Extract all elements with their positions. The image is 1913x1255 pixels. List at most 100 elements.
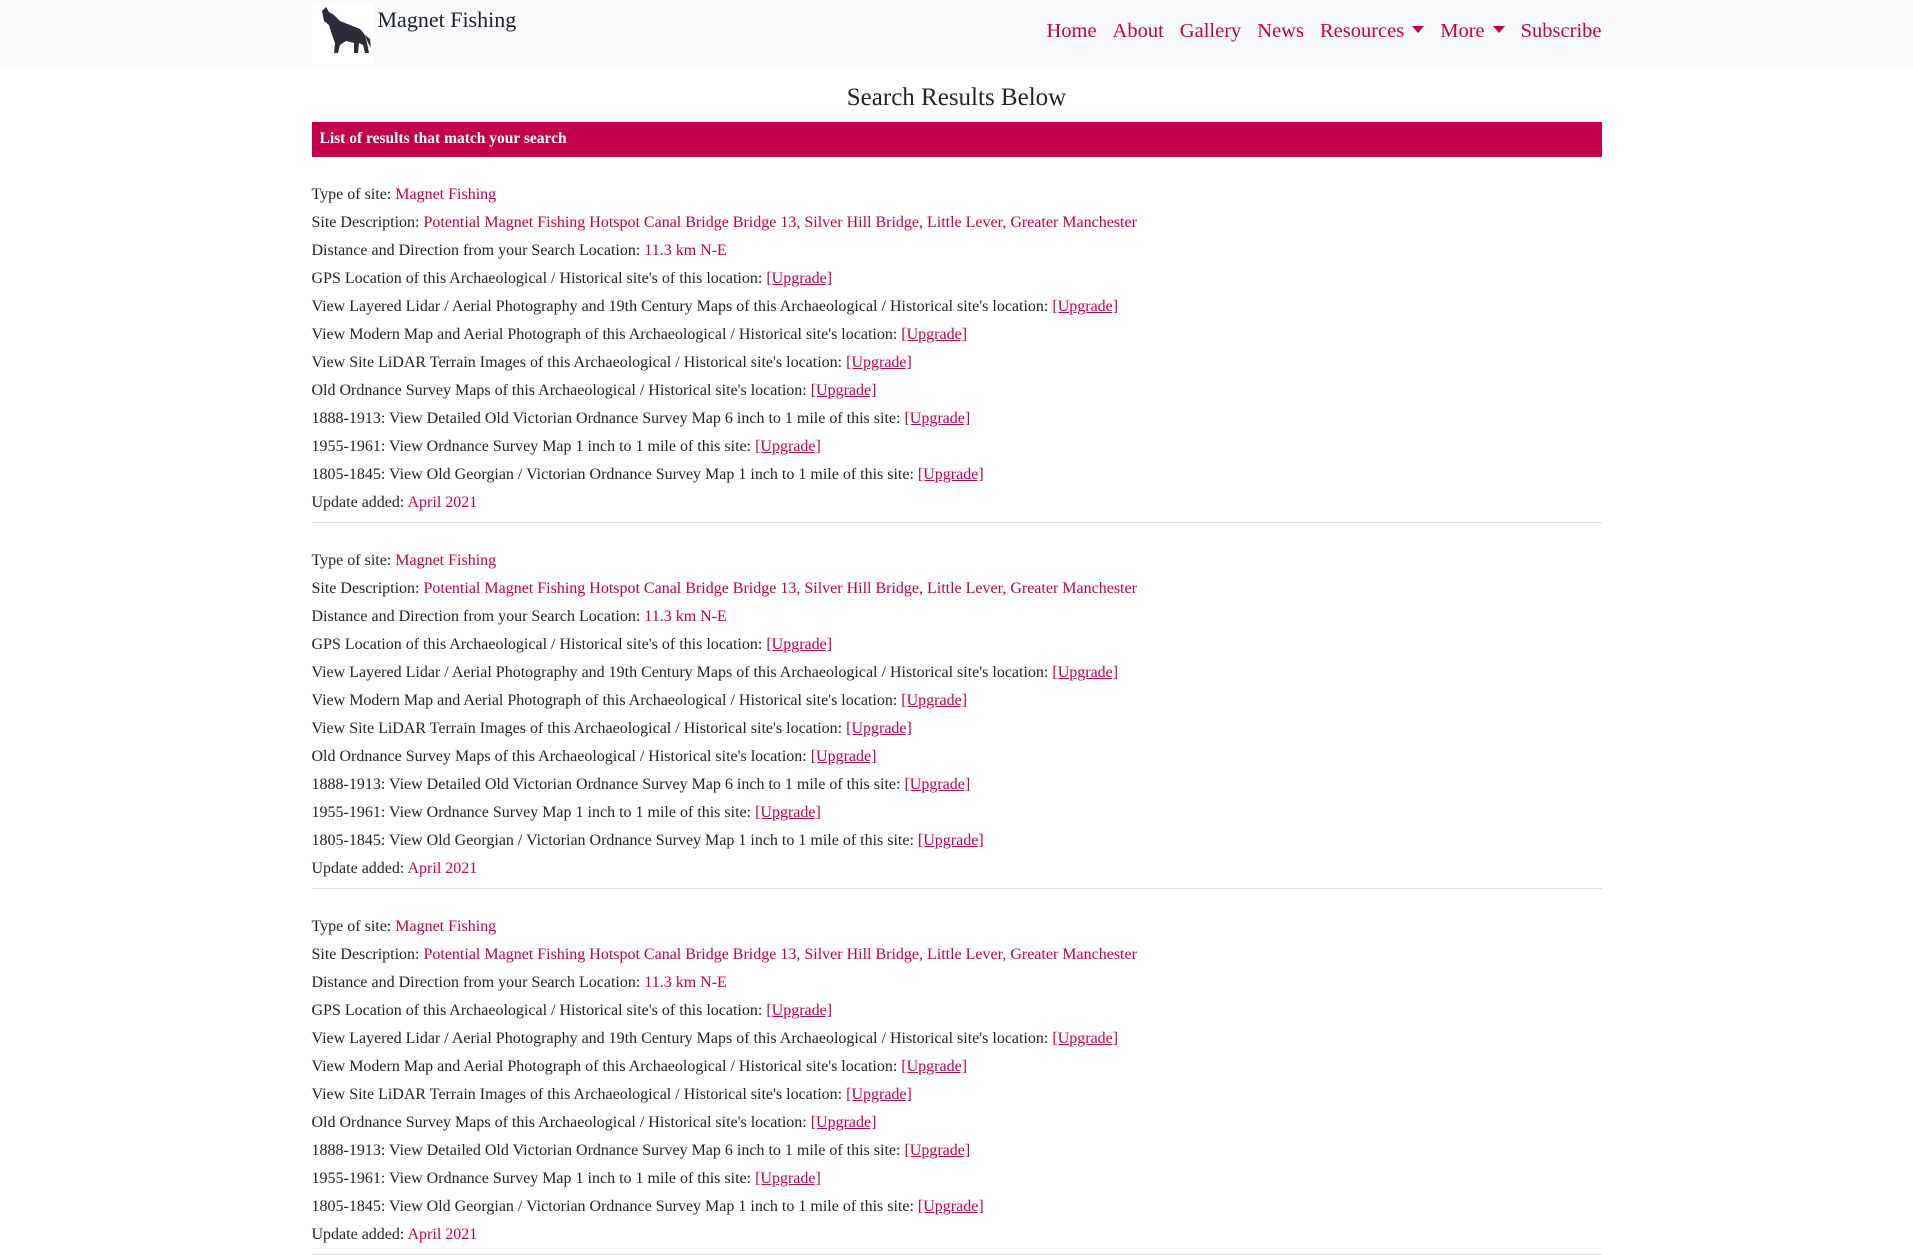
nav-label: More (1440, 20, 1485, 42)
type-row: Type of site: Magnet Fishing (312, 185, 1602, 213)
row-label: 1805-1845: View Old Georgian / Victorian… (311, 832, 914, 849)
upgrade-link[interactable]: [Upgrade] (1052, 298, 1118, 315)
dog-logo-icon[interactable] (311, 3, 373, 64)
upgrade-row: GPS Location of this Archaeological / Hi… (312, 269, 1602, 297)
upgrade-row: View Modern Map and Aerial Photograph of… (312, 691, 1602, 719)
row-value: April 2021 (407, 494, 478, 511)
row-value: Potential Magnet Fishing Hotspot Canal B… (423, 580, 1137, 597)
upgrade-row: View Site LiDAR Terrain Images of this A… (312, 1085, 1602, 1113)
nav-label: Gallery (1179, 20, 1242, 42)
upgrade-row: 1805-1845: View Old Georgian / Victorian… (312, 831, 1602, 859)
nav-label: Subscribe (1520, 20, 1602, 42)
row-label: Distance and Direction from your Search … (311, 608, 641, 625)
upgrade-row: 1955-1961: View Ordnance Survey Map 1 in… (312, 437, 1602, 465)
row-label: 1888-1913: View Detailed Old Victorian O… (311, 1142, 901, 1159)
upgrade-row: 1805-1845: View Old Georgian / Victorian… (312, 1197, 1602, 1225)
nav-about[interactable]: About (1113, 20, 1164, 43)
upgrade-link[interactable]: [Upgrade] (811, 382, 877, 399)
nav-label: Resources (1319, 20, 1405, 42)
upgrade-link[interactable]: [Upgrade] (766, 1002, 832, 1019)
upgrade-row: 1888-1913: View Detailed Old Victorian O… (312, 1141, 1602, 1169)
upgrade-row: GPS Location of this Archaeological / Hi… (312, 1001, 1602, 1029)
upgrade-link[interactable]: [Upgrade] (766, 270, 832, 287)
row-value: 11.3 km N-E (644, 974, 727, 991)
upgrade-link[interactable]: [Upgrade] (755, 438, 821, 455)
upgrade-row: 1888-1913: View Detailed Old Victorian O… (312, 775, 1602, 803)
nav-more[interactable]: More (1440, 20, 1505, 43)
upgrade-link[interactable]: [Upgrade] (846, 1086, 912, 1103)
update-row: Update added: April 2021 (312, 859, 1602, 887)
row-label: View Site LiDAR Terrain Images of this A… (311, 1086, 843, 1103)
upgrade-link[interactable]: [Upgrade] (1052, 664, 1118, 681)
result-item: Type of site: Magnet Fishing Site Descrip… (311, 523, 1602, 889)
row-label: GPS Location of this Archaeological / Hi… (311, 1002, 763, 1019)
row-label: 1888-1913: View Detailed Old Victorian O… (311, 776, 901, 793)
upgrade-row: Old Ordnance Survey Maps of this Archaeo… (312, 1113, 1602, 1141)
type-row: Type of site: Magnet Fishing (312, 917, 1602, 945)
upgrade-link[interactable]: [Upgrade] (901, 692, 967, 709)
row-label: Type of site: (311, 186, 392, 203)
row-label: View Modern Map and Aerial Photograph of… (311, 326, 898, 343)
update-row: Update added: April 2021 (312, 493, 1602, 521)
nav-label: Home (1046, 20, 1097, 42)
nav-resources[interactable]: Resources (1319, 20, 1425, 43)
upgrade-row: View Modern Map and Aerial Photograph of… (312, 325, 1602, 353)
row-value: Potential Magnet Fishing Hotspot Canal B… (423, 946, 1137, 963)
distance-row: Distance and Direction from your Search … (312, 607, 1602, 635)
upgrade-link[interactable]: [Upgrade] (1052, 1030, 1118, 1047)
upgrade-row: View Layered Lidar / Aerial Photography … (312, 663, 1602, 691)
upgrade-link[interactable]: [Upgrade] (918, 466, 984, 483)
row-label: View Site LiDAR Terrain Images of this A… (311, 354, 843, 371)
results-list: Type of site: Magnet Fishing Site Descrip… (311, 157, 1602, 1255)
upgrade-link[interactable]: [Upgrade] (904, 776, 970, 793)
row-label: GPS Location of this Archaeological / Hi… (311, 270, 763, 287)
brand-title[interactable]: Magnet Fishing (378, 7, 517, 33)
upgrade-link[interactable]: [Upgrade] (918, 832, 984, 849)
upgrade-link[interactable]: [Upgrade] (904, 1142, 970, 1159)
upgrade-link[interactable]: [Upgrade] (811, 748, 877, 765)
row-label: Update added: (311, 1226, 405, 1243)
upgrade-link[interactable]: [Upgrade] (846, 354, 912, 371)
row-label: View Layered Lidar / Aerial Photography … (311, 664, 1049, 681)
upgrade-link[interactable]: [Upgrade] (811, 1114, 877, 1131)
upgrade-link[interactable]: [Upgrade] (918, 1198, 984, 1215)
upgrade-row: View Layered Lidar / Aerial Photography … (312, 1029, 1602, 1057)
upgrade-link[interactable]: [Upgrade] (755, 804, 821, 821)
upgrade-row: View Layered Lidar / Aerial Photography … (312, 297, 1602, 325)
row-value: Potential Magnet Fishing Hotspot Canal B… (423, 214, 1137, 231)
row-label: 1805-1845: View Old Georgian / Victorian… (311, 1198, 914, 1215)
row-label: Type of site: (311, 552, 392, 569)
description-row: Site Description: Potential Magnet Fishi… (312, 213, 1602, 241)
type-row: Type of site: Magnet Fishing (312, 551, 1602, 579)
distance-row: Distance and Direction from your Search … (312, 241, 1602, 269)
upgrade-link[interactable]: [Upgrade] (901, 326, 967, 343)
upgrade-link[interactable]: [Upgrade] (755, 1170, 821, 1187)
nav-label: About (1112, 20, 1164, 42)
description-row: Site Description: Potential Magnet Fishi… (312, 945, 1602, 973)
row-label: Update added: (311, 494, 405, 511)
nav-home[interactable]: Home (1046, 20, 1096, 43)
upgrade-row: View Site LiDAR Terrain Images of this A… (312, 719, 1602, 747)
upgrade-link[interactable]: [Upgrade] (846, 720, 912, 737)
nav-subscribe[interactable]: Subscribe (1521, 20, 1602, 43)
brand[interactable]: Magnet Fishing (311, 3, 517, 64)
row-label: Distance and Direction from your Search … (311, 242, 641, 259)
row-value: Magnet Fishing (395, 918, 497, 935)
description-row: Site Description: Potential Magnet Fishi… (312, 579, 1602, 607)
nav-news[interactable]: News (1257, 20, 1304, 43)
row-value: Magnet Fishing (395, 186, 497, 203)
upgrade-link[interactable]: [Upgrade] (904, 410, 970, 427)
row-label: Old Ordnance Survey Maps of this Archaeo… (311, 748, 807, 765)
upgrade-link[interactable]: [Upgrade] (901, 1058, 967, 1075)
row-label: Distance and Direction from your Search … (311, 974, 641, 991)
upgrade-row: 1955-1961: View Ordnance Survey Map 1 in… (312, 803, 1602, 831)
upgrade-row: View Modern Map and Aerial Photograph of… (312, 1057, 1602, 1085)
result-item: Type of site: Magnet Fishing Site Descrip… (311, 889, 1602, 1255)
row-value: April 2021 (407, 1226, 478, 1243)
row-label: View Site LiDAR Terrain Images of this A… (311, 720, 843, 737)
row-label: 1805-1845: View Old Georgian / Victorian… (311, 466, 914, 483)
row-value: April 2021 (407, 860, 478, 877)
upgrade-link[interactable]: [Upgrade] (766, 636, 832, 653)
row-label: Type of site: (311, 918, 392, 935)
nav-gallery[interactable]: Gallery (1180, 20, 1241, 43)
